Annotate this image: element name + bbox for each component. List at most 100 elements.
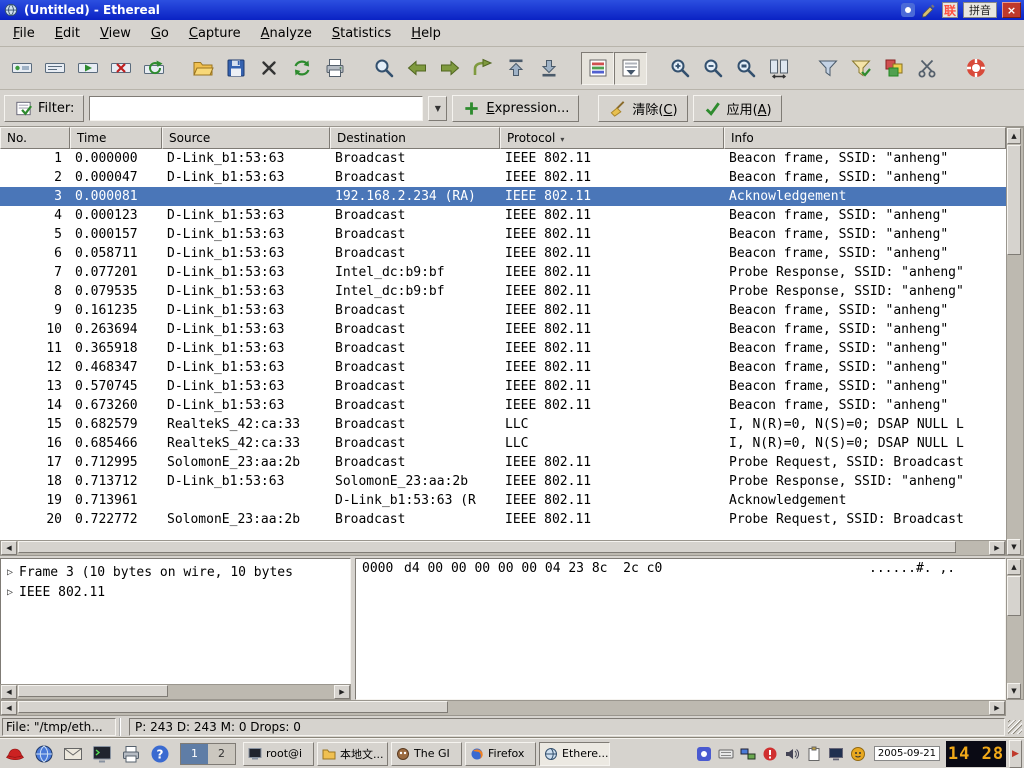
save-file-button[interactable] (219, 52, 252, 85)
column-header-source[interactable]: Source (162, 127, 330, 149)
scroll-right-icon[interactable]: ▶ (334, 685, 350, 699)
packet-row[interactable]: 2 0.000047 D-Link_b1:53:63 Broadcast IEE… (0, 168, 1006, 187)
titlebar[interactable]: (Untitled) - Ethereal 联 拼音 × (0, 0, 1024, 20)
capture-interfaces-button[interactable] (5, 52, 38, 85)
printer-launcher[interactable] (118, 741, 144, 767)
column-header-no[interactable]: No. (0, 127, 70, 149)
clock-applet[interactable]: 14 28 (946, 741, 1006, 767)
detail-tree-item[interactable]: ▷ Frame 3 (10 bytes on wire, 10 bytes (1, 563, 350, 583)
open-file-button[interactable] (186, 52, 219, 85)
hscroll-thumb[interactable] (18, 685, 168, 697)
packet-row[interactable]: 15 0.682579 RealtekS_42:ca:33 Broadcast … (0, 415, 1006, 434)
task-terminal[interactable]: root@i (243, 742, 314, 766)
zoom-normal-button[interactable] (729, 52, 762, 85)
panel-hide-button[interactable]: ▶ (1009, 740, 1022, 768)
scroll-up-icon[interactable]: ▲ (1007, 559, 1021, 575)
scroll-right-icon[interactable]: ▶ (989, 701, 1005, 715)
hex-dump-pane[interactable]: 0000 d4 00 00 00 00 00 04 23 8c 2c c0 ..… (355, 558, 1006, 700)
packet-row[interactable]: 19 0.713961 D-Link_b1:53:63 (R IEEE 802.… (0, 491, 1006, 510)
scroll-left-icon[interactable]: ◀ (1, 685, 17, 699)
packet-row[interactable]: 17 0.712995 SolomonE_23:aa:2b Broadcast … (0, 453, 1006, 472)
scroll-left-icon[interactable]: ◀ (1, 541, 17, 555)
filter-button[interactable]: Filter: (4, 95, 84, 122)
packet-row[interactable]: 10 0.263694 D-Link_b1:53:63 Broadcast IE… (0, 320, 1006, 339)
go-to-packet-button[interactable] (466, 52, 499, 85)
details-hscrollbar[interactable]: ◀ ▶ (0, 684, 351, 700)
capture-filters-button[interactable] (811, 52, 844, 85)
menu-item[interactable]: Go (141, 22, 179, 45)
colorize-toggle-button[interactable] (581, 52, 614, 85)
network-tray-icon[interactable] (738, 744, 758, 764)
scroll-up-icon[interactable]: ▲ (1007, 128, 1021, 144)
filter-dropdown-button[interactable]: ▼ (428, 96, 447, 121)
bottom-hscrollbar[interactable]: ◀ ▶ (0, 700, 1006, 716)
go-to-top-button[interactable] (499, 52, 532, 85)
help-launcher[interactable]: ? (147, 741, 173, 767)
date-applet[interactable]: 2005-09-21 (874, 746, 940, 761)
scroll-left-icon[interactable]: ◀ (1, 701, 17, 715)
close-button[interactable]: × (1002, 2, 1021, 18)
scroll-down-icon[interactable]: ▼ (1007, 539, 1021, 555)
hscroll-thumb[interactable] (18, 541, 956, 553)
email-launcher[interactable] (60, 741, 86, 767)
capture-start-button[interactable] (71, 52, 104, 85)
go-back-button[interactable] (400, 52, 433, 85)
hscroll-thumb[interactable] (18, 701, 448, 713)
menu-item[interactable]: Statistics (322, 22, 401, 45)
task-ethereal[interactable]: Ethere... (539, 742, 610, 766)
scroll-down-icon[interactable]: ▼ (1007, 683, 1021, 699)
packet-row[interactable]: 20 0.722772 SolomonE_23:aa:2b Broadcast … (0, 510, 1006, 529)
workspace-2[interactable]: 2 (208, 744, 235, 764)
packet-row[interactable]: 7 0.077201 D-Link_b1:53:63 Intel_dc:b9:b… (0, 263, 1006, 282)
column-header-info[interactable]: Info (724, 127, 1006, 149)
status-splitter[interactable] (119, 718, 126, 736)
vscroll-thumb[interactable] (1007, 576, 1021, 616)
monitor-tray-icon[interactable] (826, 744, 846, 764)
column-header-time[interactable]: Time (70, 127, 162, 149)
workspace-1[interactable]: 1 (181, 744, 208, 764)
help-button[interactable] (959, 52, 992, 85)
menu-item[interactable]: Help (401, 22, 451, 45)
go-to-bottom-button[interactable] (532, 52, 565, 85)
terminal-launcher[interactable] (89, 741, 115, 767)
web-browser-launcher[interactable] (31, 741, 57, 767)
capture-restart-button[interactable] (137, 52, 170, 85)
clipboard-tray-icon[interactable] (804, 744, 824, 764)
ime-pen-icon[interactable] (921, 2, 937, 18)
expander-icon[interactable]: ▷ (1, 563, 19, 583)
coloring-rules-button[interactable] (877, 52, 910, 85)
packet-row[interactable]: 9 0.161235 D-Link_b1:53:63 Broadcast IEE… (0, 301, 1006, 320)
menu-item[interactable]: View (90, 22, 141, 45)
capture-stop-button[interactable] (104, 52, 137, 85)
menu-item[interactable]: Edit (45, 22, 90, 45)
scim-tray-icon[interactable] (694, 744, 714, 764)
scroll-right-icon[interactable]: ▶ (989, 541, 1005, 555)
capture-options-button[interactable] (38, 52, 71, 85)
packet-row[interactable]: 14 0.673260 D-Link_b1:53:63 Broadcast IE… (0, 396, 1006, 415)
task-file-manager[interactable]: 本地文... (317, 742, 388, 766)
resize-columns-button[interactable] (762, 52, 795, 85)
close-file-button[interactable] (252, 52, 285, 85)
task-gimp[interactable]: The GI (391, 742, 462, 766)
reload-button[interactable] (285, 52, 318, 85)
menu-item[interactable]: Capture (179, 22, 251, 45)
apply-button[interactable]: 应用(A) (693, 95, 782, 122)
ime-pinyin-label[interactable]: 拼音 (963, 2, 997, 18)
chat-tray-icon[interactable] (848, 744, 868, 764)
task-firefox[interactable]: Firefox (465, 742, 536, 766)
hex-vscrollbar[interactable]: ▲ ▼ (1006, 558, 1024, 700)
display-filters-button[interactable] (844, 52, 877, 85)
zoom-out-button[interactable] (696, 52, 729, 85)
autoscroll-toggle-button[interactable] (614, 52, 647, 85)
main-menu-button[interactable] (2, 741, 28, 767)
keyboard-tray-icon[interactable] (716, 744, 736, 764)
packet-row[interactable]: 5 0.000157 D-Link_b1:53:63 Broadcast IEE… (0, 225, 1006, 244)
print-button[interactable] (318, 52, 351, 85)
menu-item[interactable]: Analyze (251, 22, 322, 45)
column-header-destination[interactable]: Destination (330, 127, 500, 149)
packet-row[interactable]: 4 0.000123 D-Link_b1:53:63 Broadcast IEE… (0, 206, 1006, 225)
resize-grip[interactable] (1008, 720, 1022, 734)
clear-button[interactable]: 清除(C) (598, 95, 687, 122)
filter-input[interactable] (89, 96, 423, 121)
find-packet-button[interactable] (367, 52, 400, 85)
